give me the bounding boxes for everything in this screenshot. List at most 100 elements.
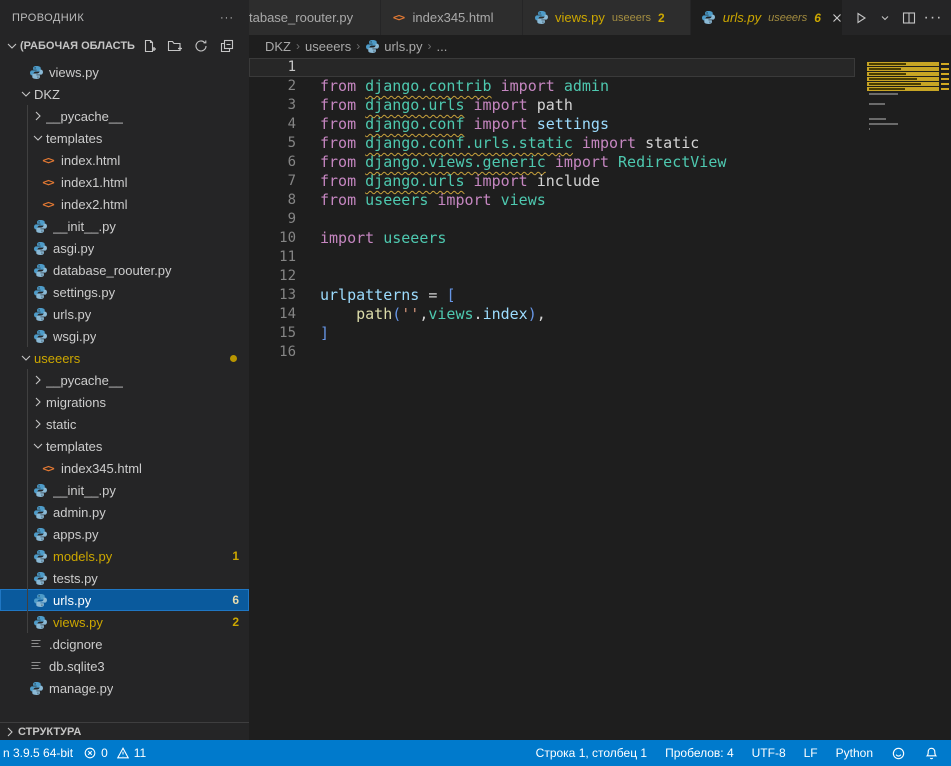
problems-badge: 1 (232, 549, 239, 563)
code-editor[interactable]: 12from django.contrib import admin3from … (249, 57, 951, 740)
html-file-icon: <> (391, 10, 407, 26)
new-folder-button[interactable] (165, 36, 185, 56)
tree-item-database_roouter.py[interactable]: database_roouter.py (0, 259, 249, 281)
run-dropdown[interactable] (875, 8, 895, 28)
breadcrumb-label: ... (437, 39, 448, 54)
tab-urls.py[interactable]: urls.pyuseeers6 (691, 0, 843, 35)
cursor-position[interactable]: Строка 1, столбец 1 (536, 746, 647, 760)
python-file-icon (28, 64, 44, 80)
code-line-1: 1 (249, 58, 855, 77)
tree-item-views.py[interactable]: views.py (0, 61, 249, 83)
tree-item-urls.py[interactable]: urls.py6 (0, 589, 249, 611)
modified-dot-badge (230, 355, 237, 362)
code-line-8: 8from useeers import views (249, 191, 855, 210)
tree-item-useeers[interactable]: useeers (0, 347, 249, 369)
problems-indicator[interactable]: 0 11 (83, 746, 146, 760)
line-number: 6 (249, 153, 296, 172)
tab-tabase_roouter.py[interactable]: tabase_roouter.py (249, 0, 381, 35)
tree-item-__pycache__[interactable]: __pycache__ (0, 369, 249, 391)
tab-description: useeers (612, 12, 651, 24)
minimap-line (867, 107, 939, 111)
tree-item-.dcignore[interactable]: .dcignore (0, 633, 249, 655)
more-actions-button[interactable]: ··· (923, 8, 943, 28)
tree-item-templates[interactable]: templates (0, 127, 249, 149)
status-label: Python (836, 746, 873, 760)
tree-item-index345.html[interactable]: <> index345.html (0, 457, 249, 479)
html-file-icon: <> (40, 174, 56, 190)
tree-item-__init__.py[interactable]: __init__.py (0, 215, 249, 237)
tree-item-manage.py[interactable]: manage.py (0, 677, 249, 699)
line-content (296, 267, 320, 286)
breadcrumb-item-urls.py[interactable]: urls.py (365, 39, 422, 54)
tree-item-label: urls.py (53, 593, 91, 608)
code-line-7: 7from django.urls import include (249, 172, 855, 191)
tree-item-index1.html[interactable]: <> index1.html (0, 171, 249, 193)
tree-item-__init__.py[interactable]: __init__.py (0, 479, 249, 501)
tab-bar: tabase_roouter.py<>index345.htmlviews.py… (249, 0, 951, 35)
tree-item-models.py[interactable]: models.py1 (0, 545, 249, 567)
line-number: 7 (249, 172, 296, 191)
file-tree: views.pyDKZ__pycache__templates<>index.h… (0, 57, 249, 699)
outline-section-header[interactable]: СТРУКТУРА (0, 722, 249, 740)
tree-item-settings.py[interactable]: settings.py (0, 281, 249, 303)
tree-item-wsgi.py[interactable]: wsgi.py (0, 325, 249, 347)
tree-item-label: index345.html (61, 461, 142, 476)
tree-item-index.html[interactable]: <>index.html (0, 149, 249, 171)
breadcrumb-item-useeers[interactable]: useeers (305, 39, 351, 54)
breadcrumb-item-DKZ[interactable]: DKZ (265, 39, 291, 54)
line-content: path('',views.index), (296, 305, 546, 324)
line-number: 10 (249, 229, 296, 248)
tree-item-label: admin.py (53, 505, 106, 520)
collapse-all-button[interactable] (217, 36, 237, 56)
tree-item-label: apps.py (53, 527, 99, 542)
python-file-icon (32, 284, 48, 300)
indentation[interactable]: Пробелов: 4 (665, 746, 734, 760)
run-button[interactable] (851, 8, 871, 28)
tree-item-asgi.py[interactable]: asgi.py (0, 237, 249, 259)
notifications-button[interactable] (924, 746, 939, 761)
code-line-4: 4from django.conf import settings (249, 115, 855, 134)
tab-views.py[interactable]: views.pyuseeers2 (523, 0, 691, 35)
minimap-text (869, 73, 906, 75)
tree-item-tests.py[interactable]: tests.py (0, 567, 249, 589)
line-number: 8 (249, 191, 296, 210)
tree-item-admin.py[interactable]: admin.py (0, 501, 249, 523)
refresh-button[interactable] (191, 36, 211, 56)
language-mode[interactable]: Python (836, 746, 873, 760)
tree-item-templates[interactable]: templates (0, 435, 249, 457)
workspace-section-header[interactable]: (РАБОЧАЯ ОБЛАСТЬ) ... (0, 35, 249, 57)
close-icon[interactable] (830, 11, 843, 25)
encoding[interactable]: UTF-8 (752, 746, 786, 760)
feedback-button[interactable] (891, 746, 906, 761)
tree-item-label: views.py (49, 65, 99, 80)
python-interpreter[interactable]: n 3.9.5 64-bit (3, 746, 73, 760)
eol[interactable]: LF (804, 746, 818, 760)
tab-index345.html[interactable]: <>index345.html (381, 0, 524, 35)
tree-item-static[interactable]: static (0, 413, 249, 435)
code-line-11: 11 (249, 248, 855, 267)
new-file-icon (141, 38, 157, 54)
tree-item-DKZ[interactable]: DKZ (0, 83, 249, 105)
explorer-more-button[interactable]: ··· (217, 8, 237, 28)
minimap-text (869, 128, 870, 130)
html-file-icon: <> (40, 460, 56, 476)
tree-item-apps.py[interactable]: apps.py (0, 523, 249, 545)
tree-item-index2.html[interactable]: <>index2.html (0, 193, 249, 215)
breadcrumb-label: DKZ (265, 39, 291, 54)
chevron-right-icon (30, 108, 46, 124)
tree-item-__pycache__[interactable]: __pycache__ (0, 105, 249, 127)
minimap[interactable] (867, 57, 939, 137)
tree-item-label: index1.html (61, 175, 127, 190)
split-editor-button[interactable] (899, 8, 919, 28)
tree-item-urls.py[interactable]: urls.py (0, 303, 249, 325)
tree-item-migrations[interactable]: migrations (0, 391, 249, 413)
new-file-button[interactable] (139, 36, 159, 56)
feedback-icon (891, 746, 906, 761)
overview-ruler[interactable] (939, 57, 951, 740)
tree-item-views.py[interactable]: views.py2 (0, 611, 249, 633)
python-file-icon (533, 10, 549, 26)
line-number: 1 (249, 58, 296, 77)
code-line-12: 12 (249, 267, 855, 286)
tree-item-db.sqlite3[interactable]: db.sqlite3 (0, 655, 249, 677)
breadcrumb-item-...[interactable]: ... (437, 39, 448, 54)
